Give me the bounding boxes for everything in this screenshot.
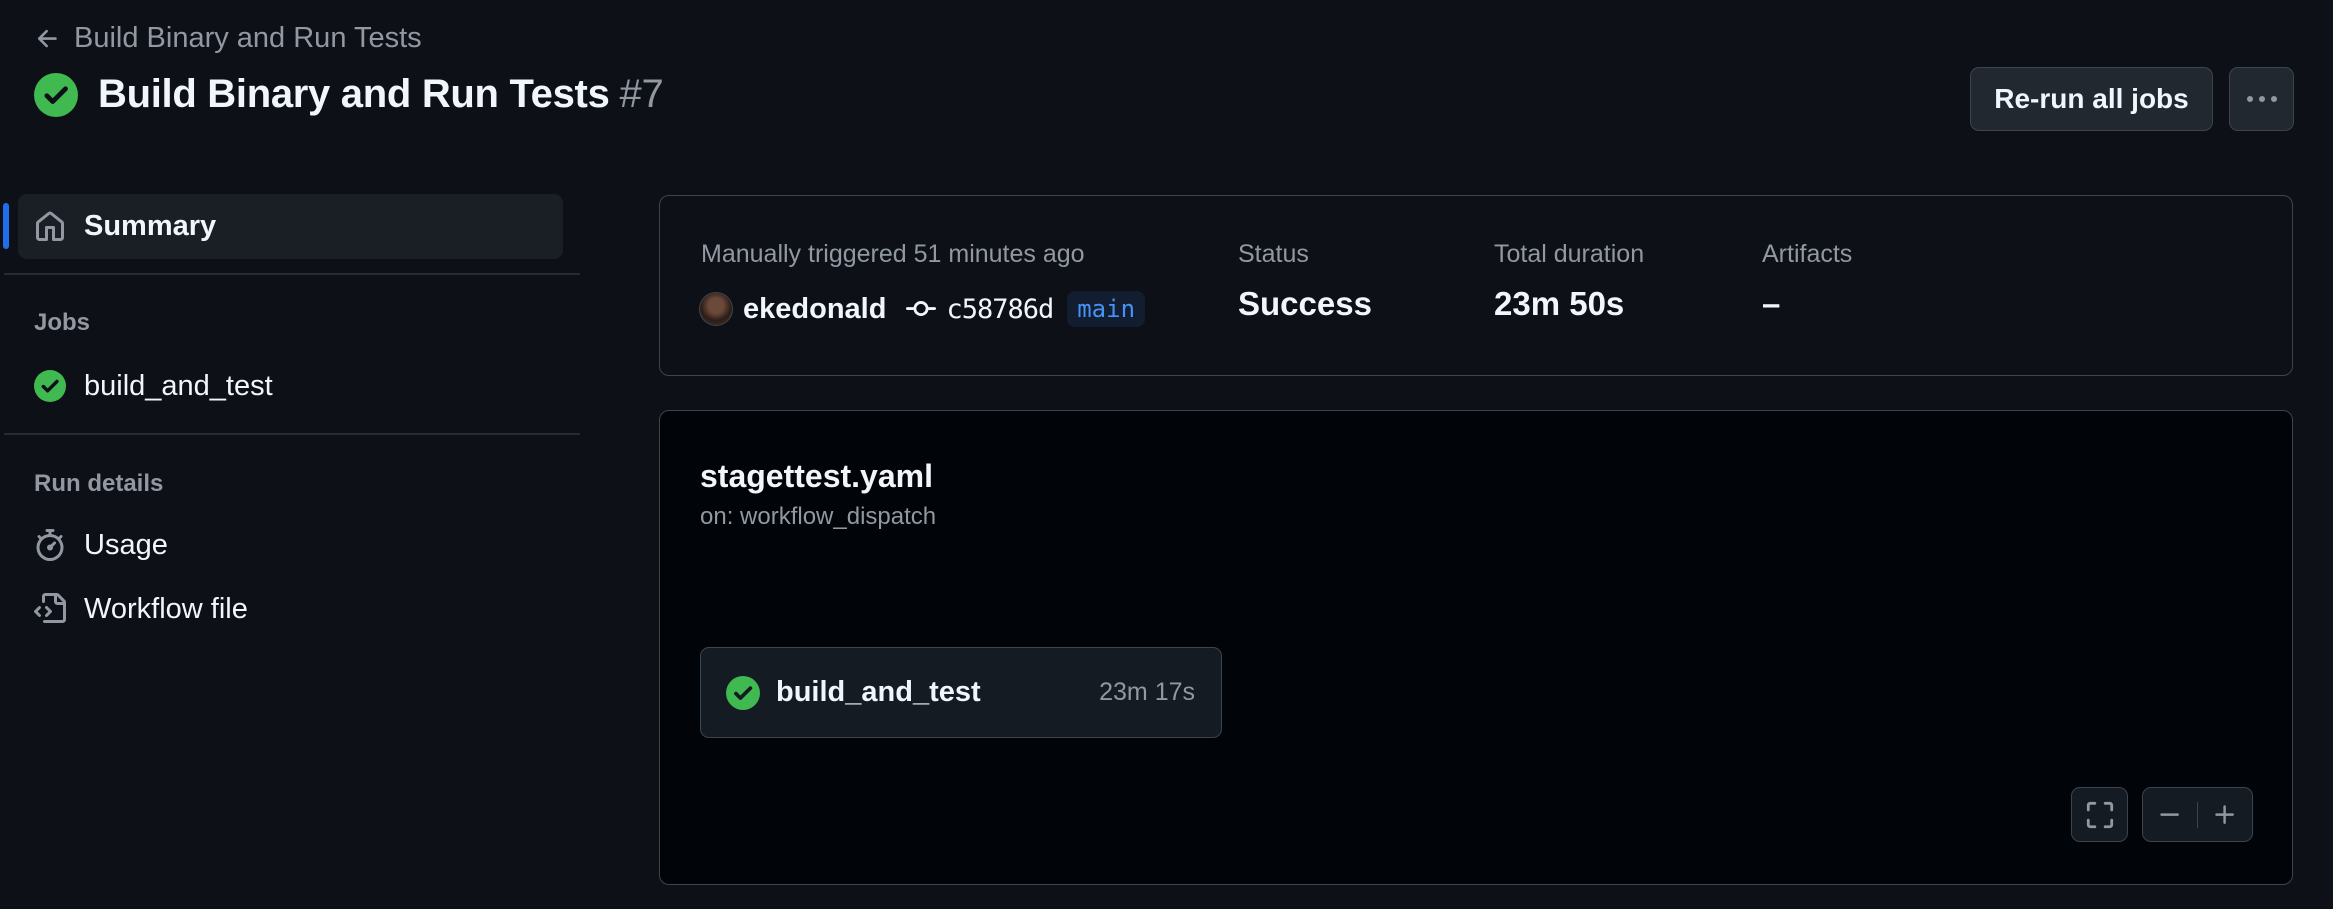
sidebar-item-label: Summary <box>84 210 217 242</box>
sidebar-item-label: Usage <box>84 528 168 561</box>
sidebar-item-usage[interactable]: Usage <box>34 523 168 567</box>
artifacts-label: Artifacts <box>1762 240 1853 268</box>
avatar[interactable] <box>699 292 733 326</box>
sidebar-item-label: Workflow file <box>84 592 248 625</box>
job-node-duration: 23m 17s <box>1099 678 1195 706</box>
minus-icon <box>2157 802 2183 828</box>
workflow-name: stagettest.yaml <box>700 458 933 494</box>
artifacts-value: – <box>1762 285 1781 322</box>
home-icon <box>34 211 66 243</box>
success-check-icon <box>34 72 78 117</box>
success-check-icon <box>726 675 760 710</box>
success-check-icon <box>34 370 66 402</box>
run-title-text: Build Binary and Run Tests <box>98 72 610 116</box>
duration-value: 23m 50s <box>1494 285 1625 322</box>
run-summary-card <box>659 195 2293 376</box>
arrow-left-icon <box>34 25 62 53</box>
page-title: Build Binary and Run Tests #7 <box>98 72 664 117</box>
sidebar-item-summary[interactable]: Summary <box>18 194 563 259</box>
sidebar-item-build-and-test[interactable]: build_and_test <box>34 364 273 408</box>
actor-link[interactable]: ekedonald <box>743 293 886 326</box>
run-details-heading: Run details <box>34 470 164 497</box>
sidebar-divider <box>4 273 580 275</box>
workflow-trigger: on: workflow_dispatch <box>700 503 937 530</box>
sidebar-item-label: build_and_test <box>84 369 273 402</box>
more-options-button[interactable] <box>2229 67 2294 131</box>
kebab-horizontal-icon <box>2245 94 2279 104</box>
sidebar-item-workflow-file[interactable]: Workflow file <box>34 587 248 631</box>
active-nav-indicator <box>3 203 9 249</box>
git-commit-icon <box>906 294 937 324</box>
sidebar-divider <box>4 433 580 435</box>
status-label: Status <box>1238 240 1309 268</box>
job-node-name: build_and_test <box>776 676 981 708</box>
page-title-row: Build Binary and Run Tests #7 <box>34 72 664 117</box>
fullscreen-button[interactable] <box>2071 787 2128 842</box>
back-link-label: Build Binary and Run Tests <box>74 22 422 54</box>
file-code-icon <box>34 593 66 625</box>
duration-label: Total duration <box>1494 240 1645 268</box>
plus-icon <box>2212 802 2238 828</box>
run-number: #7 <box>619 72 664 116</box>
zoom-out-button[interactable] <box>2143 801 2198 828</box>
rerun-all-jobs-button[interactable]: Re-run all jobs <box>1970 67 2213 131</box>
jobs-heading: Jobs <box>34 309 91 336</box>
status-value: Success <box>1238 285 1372 322</box>
branch-tag[interactable]: main <box>1067 291 1146 327</box>
trigger-text: Manually triggered 51 minutes ago <box>701 240 1085 268</box>
trigger-details: ekedonald c58786d main <box>699 288 1146 330</box>
zoom-in-button[interactable] <box>2198 802 2252 828</box>
fullscreen-icon <box>2085 800 2115 830</box>
stopwatch-icon <box>34 529 66 561</box>
back-link[interactable]: Build Binary and Run Tests <box>34 22 422 55</box>
commit-link[interactable]: c58786d <box>946 294 1054 325</box>
zoom-controls <box>2142 787 2253 842</box>
job-node-build-and-test[interactable]: build_and_test 23m 17s <box>700 647 1222 738</box>
